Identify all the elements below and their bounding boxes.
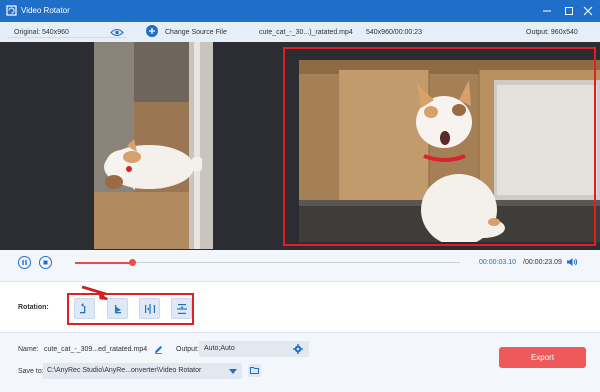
rotate-right-icon [115,305,121,314]
output-resolution: Output: 960x540 [526,29,578,36]
output-file-name: cute_cat_-_309...ed_ratated.mp4 [44,346,148,353]
pencil-icon[interactable] [154,345,163,354]
stop-button[interactable] [39,256,52,269]
output-settings: Name: cute_cat_-_309...ed_ratated.mp4 Ou… [0,334,600,392]
rotate-right-button[interactable] [107,298,128,319]
flip-vertical-button[interactable] [171,298,192,319]
source-file-meta: 540x960/00:00:23 [366,29,423,36]
playback-controls: 00:00:03.10 /00:00:23.09 [0,250,600,280]
rotator-app-icon [6,5,17,16]
source-file-name: cute_cat_-_30...)_ratated.mp4 [259,29,353,36]
minimize-icon[interactable] [539,3,555,19]
preview-area [0,42,600,250]
output-format-label: Output: [176,346,199,353]
output-format-field[interactable]: Auto;Auto [199,341,309,357]
rotation-panel: Rotation: [0,281,600,333]
export-button[interactable]: Export [499,347,586,368]
timeline-handle[interactable] [129,259,137,266]
rotate-left-icon [80,303,86,314]
add-source-icon[interactable] [146,25,158,37]
name-label: Name: [18,346,39,353]
flip-horizontal-button[interactable] [139,298,160,319]
stop-icon [43,260,48,265]
original-video-preview [94,42,213,249]
save-to-label: Save to: [18,368,44,375]
pause-icon [22,260,27,265]
rotate-left-button[interactable] [74,298,95,319]
save-to-field[interactable]: C:\AnyRec Studio\AnyRe...onverter\Video … [43,363,242,379]
original-resolution: Original: 540x960 [14,29,69,36]
window-title: Video Rotator [21,6,70,15]
eye-icon[interactable] [110,28,124,37]
close-icon[interactable] [580,3,596,19]
change-source-file-button[interactable]: Change Source File [165,29,227,36]
output-preview-highlight [283,47,596,246]
maximize-icon[interactable] [561,3,577,19]
flip-horizontal-icon [145,304,155,314]
output-format-value: Auto;Auto [204,345,235,352]
title-bar: Video Rotator [0,0,600,22]
info-bar: Original: 540x960 Change Source File cut… [0,22,600,42]
chevron-down-icon[interactable] [229,369,237,374]
current-time: 00:00:03.10 [479,259,516,266]
open-folder-button[interactable] [248,364,261,377]
timeline-slider[interactable] [75,259,460,266]
volume-icon[interactable] [566,256,578,268]
timeline-progress [75,261,133,264]
pause-button[interactable] [18,256,31,269]
flip-vertical-icon [177,304,187,314]
gear-icon[interactable] [293,344,303,354]
save-to-path: C:\AnyRec Studio\AnyRe...onverter\Video … [47,367,202,374]
rotation-label: Rotation: [18,304,49,311]
total-time: /00:00:23.09 [523,259,562,266]
folder-icon [250,367,259,374]
